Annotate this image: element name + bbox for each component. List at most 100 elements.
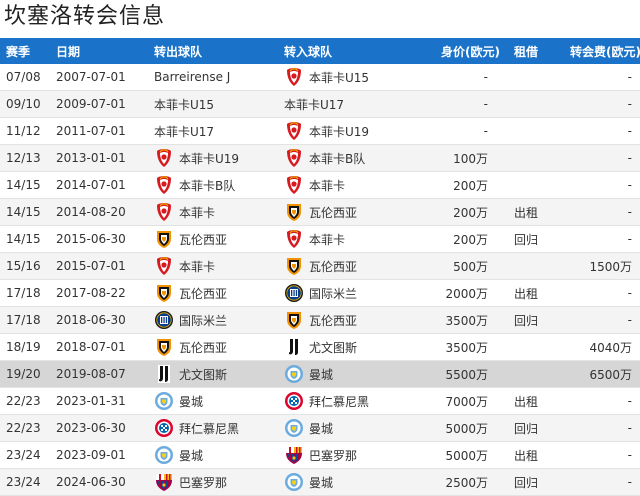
season-cell: 22/23 (0, 387, 52, 415)
loan-cell (510, 333, 566, 361)
to-club-cell: 拜仁慕尼黑 (280, 387, 408, 415)
mancity-icon (154, 391, 174, 411)
from-club-name[interactable]: 瓦伦西亚 (179, 339, 227, 356)
date-cell: 2007-07-01 (52, 64, 150, 91)
value-cell: - (408, 90, 510, 118)
from-club-name[interactable]: 本菲卡U15 (154, 96, 214, 113)
to-club-name[interactable]: 本菲卡 (309, 231, 345, 248)
to-club-name[interactable]: 本菲卡 (309, 177, 345, 194)
column-header-to[interactable]: 转入球队 (280, 38, 408, 64)
juventus-icon (154, 364, 174, 384)
from-club-name[interactable]: 本菲卡 (179, 204, 215, 221)
from-club-cell: Barreirense J (150, 64, 280, 91)
to-club-name[interactable]: 国际米兰 (309, 285, 357, 302)
to-club-name[interactable]: 本菲卡U19 (309, 123, 369, 140)
loan-cell (510, 64, 566, 91)
date-cell: 2023-06-30 (52, 414, 150, 442)
to-club-name[interactable]: 曼城 (309, 474, 333, 491)
from-club-cell: 巴塞罗那 (150, 468, 280, 496)
season-cell: 14/15 (0, 171, 52, 199)
value-cell: - (408, 64, 510, 91)
inter-icon (154, 310, 174, 330)
table-row: 23/24 2024-06-30 巴塞罗那 曼城 2500万 回归 - (0, 468, 640, 496)
from-club-name[interactable]: 拜仁慕尼黑 (179, 420, 239, 437)
value-cell: 3500万 (408, 333, 510, 361)
to-club-name[interactable]: 拜仁慕尼黑 (309, 393, 369, 410)
from-club-cell: 瓦伦西亚 (150, 225, 280, 253)
column-header-season[interactable]: 赛季 (0, 38, 52, 64)
from-club-name[interactable]: 瓦伦西亚 (179, 231, 227, 248)
to-club-name[interactable]: 瓦伦西亚 (309, 312, 357, 329)
to-club-name[interactable]: 本菲卡B队 (309, 150, 365, 167)
column-header-date[interactable]: 日期 (52, 38, 150, 64)
fee-cell: - (566, 171, 640, 199)
column-header-loan[interactable]: 租借 (510, 38, 566, 64)
season-cell: 23/24 (0, 441, 52, 469)
date-cell: 2015-07-01 (52, 252, 150, 280)
date-cell: 2014-08-20 (52, 198, 150, 226)
transfer-table: 赛季 日期 转出球队 转入球队 身价(欧元) 租借 转会费(欧元) 07/08 2… (0, 38, 640, 496)
fee-cell: - (566, 117, 640, 145)
to-club-name[interactable]: 瓦伦西亚 (309, 258, 357, 275)
to-club-cell: 曼城 (280, 468, 408, 496)
table-header-row: 赛季 日期 转出球队 转入球队 身价(欧元) 租借 转会费(欧元) (0, 38, 640, 64)
loan-cell: 回归 (510, 468, 566, 496)
from-club-name[interactable]: 曼城 (179, 447, 203, 464)
to-club-cell: 本菲卡B队 (280, 144, 408, 172)
to-club-cell: 瓦伦西亚 (280, 306, 408, 334)
date-cell: 2023-09-01 (52, 441, 150, 469)
to-club-cell: 巴塞罗那 (280, 441, 408, 469)
loan-cell (510, 171, 566, 199)
valencia-icon (284, 256, 304, 276)
to-club-name[interactable]: 尤文图斯 (309, 339, 357, 356)
from-club-cell: 本菲卡B队 (150, 171, 280, 199)
loan-cell (510, 360, 566, 388)
column-header-from[interactable]: 转出球队 (150, 38, 280, 64)
loan-cell (510, 144, 566, 172)
to-club-name[interactable]: 本菲卡U17 (284, 96, 344, 113)
from-club-name[interactable]: 本菲卡 (179, 258, 215, 275)
fee-cell: - (566, 414, 640, 442)
fee-cell: - (566, 279, 640, 307)
date-cell: 2011-07-01 (52, 117, 150, 145)
from-club-cell: 瓦伦西亚 (150, 279, 280, 307)
valencia-icon (154, 337, 174, 357)
to-club-name[interactable]: 本菲卡U15 (309, 69, 369, 86)
value-cell: 5000万 (408, 414, 510, 442)
loan-cell: 出租 (510, 441, 566, 469)
to-club-name[interactable]: 瓦伦西亚 (309, 204, 357, 221)
value-cell: 200万 (408, 171, 510, 199)
loan-cell: 回归 (510, 414, 566, 442)
from-club-name[interactable]: 本菲卡B队 (179, 177, 235, 194)
column-header-value[interactable]: 身价(欧元) (408, 38, 510, 64)
column-header-fee[interactable]: 转会费(欧元) (566, 38, 640, 64)
table-row: 23/24 2023-09-01 曼城 巴塞罗那 5000万 出租 - (0, 441, 640, 469)
value-cell: 3500万 (408, 306, 510, 334)
from-club-name[interactable]: 曼城 (179, 393, 203, 410)
from-club-name[interactable]: 本菲卡U19 (179, 150, 239, 167)
season-cell: 14/15 (0, 225, 52, 253)
season-cell: 18/19 (0, 333, 52, 361)
date-cell: 2018-06-30 (52, 306, 150, 334)
to-club-name[interactable]: 巴塞罗那 (309, 447, 357, 464)
table-row: 19/20 2019-08-07 尤文图斯 曼城 5500万 6500万 (0, 360, 640, 388)
to-club-name[interactable]: 曼城 (309, 366, 333, 383)
table-row: 14/15 2014-07-01 本菲卡B队 本菲卡 200万 - (0, 171, 640, 199)
season-cell: 07/08 (0, 64, 52, 91)
to-club-cell: 瓦伦西亚 (280, 252, 408, 280)
inter-icon (284, 283, 304, 303)
benfica-icon (284, 121, 304, 141)
loan-cell (510, 117, 566, 145)
to-club-cell: 瓦伦西亚 (280, 198, 408, 226)
value-cell: 200万 (408, 198, 510, 226)
from-club-name[interactable]: 巴塞罗那 (179, 474, 227, 491)
to-club-name[interactable]: 曼城 (309, 420, 333, 437)
from-club-name[interactable]: 瓦伦西亚 (179, 285, 227, 302)
from-club-name[interactable]: 尤文图斯 (179, 366, 227, 383)
from-club-name[interactable]: 国际米兰 (179, 312, 227, 329)
valencia-icon (284, 202, 304, 222)
season-cell: 19/20 (0, 360, 52, 388)
to-club-cell: 本菲卡U15 (280, 64, 408, 91)
from-club-name[interactable]: 本菲卡U17 (154, 123, 214, 140)
from-club-name[interactable]: Barreirense J (154, 70, 230, 84)
